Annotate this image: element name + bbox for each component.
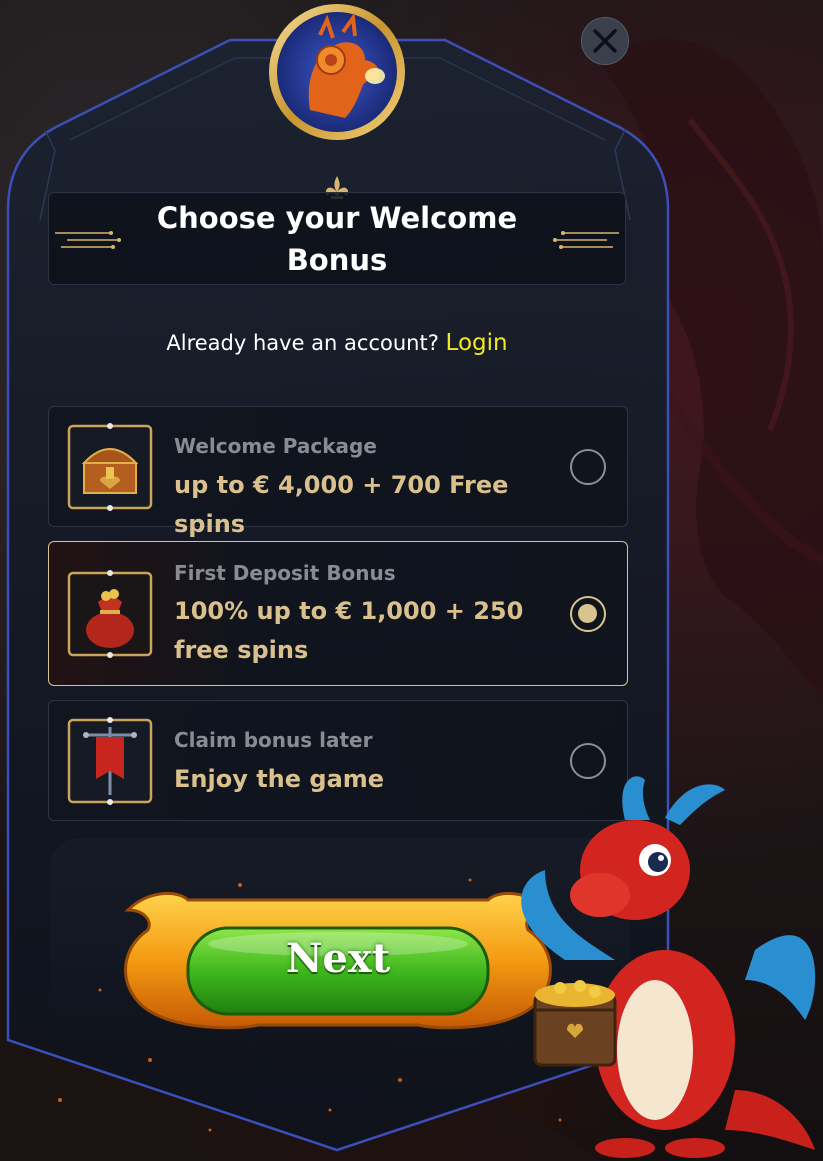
- option-value: Enjoy the game: [174, 765, 385, 793]
- bonus-option-welcome-package[interactable]: Welcome Package up to € 4,000 + 700 Free…: [48, 406, 628, 538]
- option-label: First Deposit Bonus: [174, 561, 396, 585]
- option-label: Claim bonus later: [174, 728, 373, 752]
- login-prompt: Already have an account? Login: [0, 330, 674, 356]
- money-bag-icon: [67, 570, 153, 658]
- option-value: up to € 4,000 + 700 Free spins: [174, 471, 509, 538]
- dragon-mascot-image: [521, 776, 816, 1158]
- radio-button[interactable]: [570, 449, 606, 485]
- title-panel: Choose your Welcome Bonus: [48, 192, 626, 285]
- decorative-lines-icon: [553, 231, 619, 249]
- next-button[interactable]: [118, 870, 558, 1040]
- decorative-lines-icon: [55, 231, 121, 249]
- bonus-option-first-deposit[interactable]: First Deposit Bonus 100% up to € 1,000 +…: [48, 541, 628, 686]
- close-icon: [593, 29, 617, 53]
- option-value: 100% up to € 1,000 + 250 free spins: [174, 597, 524, 664]
- radio-button-selected[interactable]: [570, 596, 606, 632]
- close-button[interactable]: [581, 17, 629, 65]
- treasure-chest-icon: [67, 423, 153, 511]
- banner-flag-icon: [67, 717, 153, 805]
- login-link[interactable]: Login: [446, 330, 508, 356]
- page-title: Choose your Welcome Bonus: [156, 201, 518, 277]
- dragon-emblem-icon: [269, 4, 405, 140]
- login-prompt-text: Already have an account?: [166, 331, 439, 355]
- option-label: Welcome Package: [174, 434, 377, 458]
